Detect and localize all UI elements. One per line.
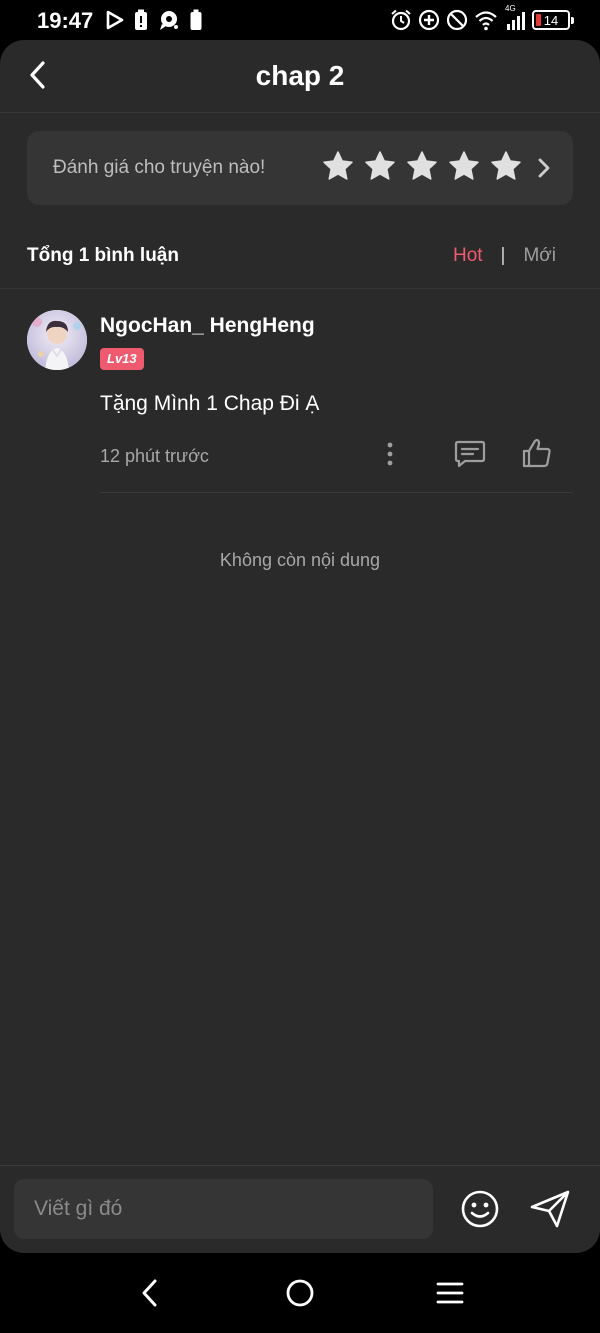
nav-home-icon[interactable] <box>285 1278 315 1308</box>
rating-prompt: Đánh giá cho truyện nào! <box>53 157 266 178</box>
sort-hot-tab[interactable]: Hot <box>453 245 483 267</box>
data-saver-icon <box>418 9 440 31</box>
thumbs-up-icon[interactable] <box>521 437 553 469</box>
reply-comment-icon[interactable] <box>454 439 486 469</box>
system-navigation-bar <box>0 1253 600 1333</box>
more-options-button[interactable] <box>379 440 401 468</box>
battery-full-icon <box>190 9 202 30</box>
status-system-icons: 4G 14 <box>390 4 574 32</box>
avatar[interactable] <box>27 310 87 370</box>
alarm-icon <box>391 9 411 31</box>
rating-card[interactable]: Đánh giá cho truyện nào! <box>27 131 573 205</box>
comment-composer <box>0 1165 600 1253</box>
battery-alert-icon <box>135 9 147 30</box>
comments-header: Tổng 1 bình luận Hot | Mới <box>27 243 573 273</box>
comments-screen: chap 2 Đánh giá cho truyện nào! Tổng 1 b… <box>0 40 600 1253</box>
comment-input[interactable] <box>14 1179 433 1239</box>
star-icon[interactable] <box>406 150 438 182</box>
chevron-right-icon <box>538 158 550 178</box>
emoji-icon[interactable] <box>460 1189 500 1229</box>
page-title: chap 2 <box>255 60 345 91</box>
end-of-list-note: Không còn nội dung <box>219 550 381 570</box>
status-bar: 19:47 4G 14 <box>0 0 600 40</box>
wifi-icon <box>475 11 497 31</box>
level-badge: Lv13 <box>100 348 144 370</box>
battery-indicator: 14 <box>532 10 574 30</box>
status-time: 19:47 <box>37 8 94 33</box>
play-store-icon <box>106 10 124 30</box>
battery-percent: 14 <box>543 12 559 28</box>
rating-stars[interactable] <box>322 150 522 182</box>
chat-bubble-icon <box>160 11 178 30</box>
battery-level-fill <box>536 14 541 26</box>
comment-timestamp: 12 phút trước <box>100 446 209 466</box>
comment-text: Tặng Mình 1 Chap Đi Ạ <box>100 392 320 415</box>
do-not-disturb-icon <box>446 9 468 31</box>
status-notification-icons <box>106 8 202 32</box>
comment-count: Tổng 1 bình luận <box>27 245 179 266</box>
nav-back-icon[interactable] <box>135 1275 165 1311</box>
star-icon[interactable] <box>364 150 396 182</box>
sort-new-tab[interactable]: Mới <box>523 245 556 267</box>
nav-menu-icon[interactable] <box>435 1280 465 1306</box>
top-app-bar: chap 2 <box>0 40 600 113</box>
comment-item: NgocHan_ HengHeng Lv13 Tặng Mình 1 Chap … <box>27 310 573 495</box>
divider <box>0 288 600 289</box>
star-icon[interactable] <box>448 150 480 182</box>
send-icon[interactable] <box>529 1189 571 1229</box>
sort-tabs: Hot | Mới <box>453 245 556 267</box>
more-vertical-icon <box>387 442 393 466</box>
cell-signal-icon: 4G <box>504 4 526 31</box>
star-icon[interactable] <box>490 150 522 182</box>
sort-separator: | <box>500 245 506 266</box>
star-icon[interactable] <box>322 150 354 182</box>
comment-username[interactable]: NgocHan_ HengHeng <box>100 314 315 338</box>
comment-divider <box>100 492 573 493</box>
